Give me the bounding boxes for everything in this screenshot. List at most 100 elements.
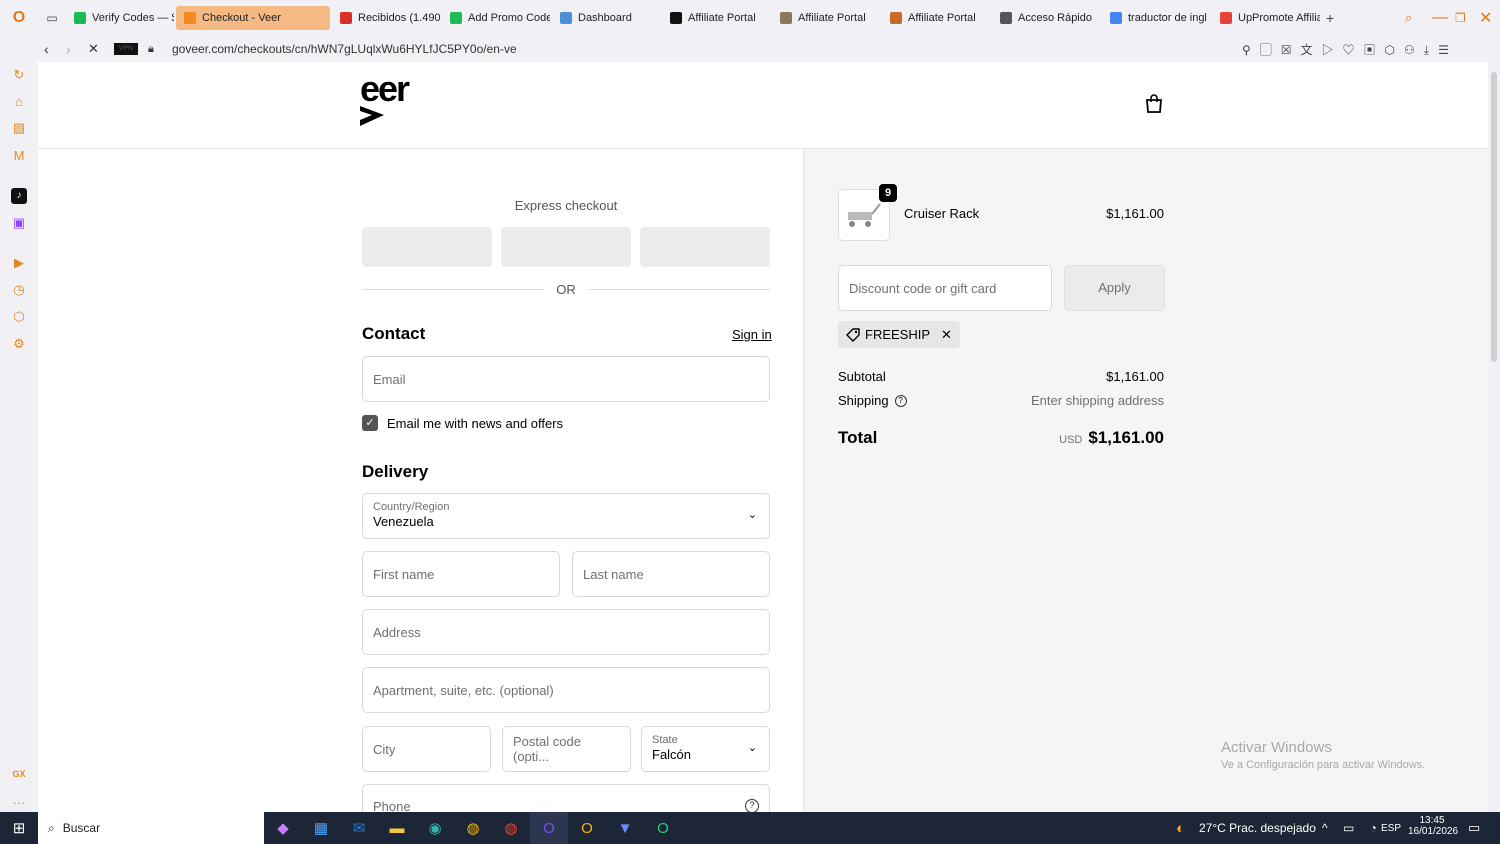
edge-icon[interactable]: ◉: [416, 812, 454, 844]
notifications-icon[interactable]: ▭: [1468, 820, 1480, 836]
discount-tag: FREESHIP ✕: [838, 321, 960, 348]
country-select[interactable]: Country/Region Venezuela ⌄: [362, 493, 770, 539]
apartment-field[interactable]: Apartment, suite, etc. (optional): [362, 667, 770, 713]
history-icon[interactable]: ◷: [11, 282, 27, 298]
first-name-field[interactable]: First name: [362, 551, 560, 597]
tab-label: traductor de ingl: [1128, 12, 1207, 24]
divider-right: [588, 289, 770, 290]
express-button-2[interactable]: [501, 227, 631, 267]
help-icon[interactable]: ?: [745, 799, 759, 812]
crypto-wallet-icon[interactable]: ⌂: [11, 94, 27, 110]
vpn-icon[interactable]: ▼: [606, 812, 644, 844]
opera-gx-icon[interactable]: O: [530, 812, 568, 844]
shipping-help-icon[interactable]: ?: [894, 394, 907, 407]
forward-icon[interactable]: ›: [66, 41, 71, 57]
browser-tab[interactable]: traductor de ingl: [1102, 6, 1210, 30]
clock[interactable]: 13:45 16/01/2026: [1408, 815, 1458, 837]
player-icon[interactable]: ▶: [11, 255, 27, 271]
chrome-icon[interactable]: ◍: [454, 812, 492, 844]
tab-label: Recibidos (1.490: [358, 12, 440, 24]
news-icon[interactable]: ▨: [11, 120, 27, 136]
taskbar-search-text: Buscar: [62, 821, 101, 835]
address-field[interactable]: Address: [362, 609, 770, 655]
sign-in-link[interactable]: Sign in: [732, 327, 772, 342]
or-divider-text: OR: [556, 282, 576, 297]
windows-start-icon[interactable]: ⊞: [0, 812, 38, 844]
browser-tab[interactable]: Verify Codes — $: [66, 6, 174, 30]
workspaces-icon[interactable]: ▭: [38, 11, 66, 25]
twitch-icon[interactable]: ▣: [11, 215, 27, 231]
back-icon[interactable]: ‹: [44, 41, 49, 57]
stop-loading-icon[interactable]: ✕: [88, 41, 99, 57]
file-explorer-icon[interactable]: ▬: [378, 812, 416, 844]
weather-icon[interactable]: ◐: [1176, 820, 1185, 837]
browser-tab[interactable]: Affiliate Portal: [662, 6, 770, 30]
scrollbar-thumb[interactable]: [1491, 72, 1497, 362]
vpn-badge[interactable]: VPN: [114, 43, 138, 55]
state-select[interactable]: State Falcón ⌄: [641, 726, 770, 772]
tiktok-icon[interactable]: ♪: [11, 188, 27, 204]
minimize-button[interactable]: —: [1432, 9, 1448, 27]
scrollbar[interactable]: [1488, 62, 1500, 812]
postal-code-field[interactable]: Postal code (opti...: [502, 726, 631, 772]
toolbar-icons[interactable]: ⚲▢☒⽂▷♡▣⬡⚇⤓☰: [1242, 41, 1458, 58]
browser-tab[interactable]: Checkout - Veer: [176, 6, 330, 30]
postal-placeholder: Postal code (opti...: [513, 734, 581, 764]
opera-green-icon[interactable]: O: [644, 812, 682, 844]
shipping-text: Shipping: [838, 393, 889, 408]
phone-field[interactable]: Phone ?: [362, 784, 770, 812]
tray-icons[interactable]: ^ ▭ ◔: [1322, 821, 1383, 835]
new-tab-button[interactable]: +: [1326, 10, 1334, 26]
gx-icon[interactable]: GX: [11, 766, 27, 782]
opera-logo-icon[interactable]: O: [0, 9, 38, 27]
more-icon[interactable]: …: [11, 792, 27, 808]
express-button-3[interactable]: [640, 227, 770, 267]
divider-left: [362, 289, 544, 290]
express-button-1[interactable]: [362, 227, 492, 267]
gmail-icon[interactable]: M: [11, 148, 27, 164]
maximize-button[interactable]: ❐: [1455, 11, 1466, 25]
browser-tab[interactable]: Affiliate Portal: [772, 6, 880, 30]
discount-code: FREESHIP: [865, 327, 931, 342]
store-logo[interactable]: eer: [360, 68, 430, 128]
product-name: Cruiser Rack: [904, 206, 980, 221]
email-field[interactable]: Email: [362, 356, 770, 402]
opera-icon[interactable]: O: [568, 812, 606, 844]
url-text[interactable]: goveer.com/checkouts/cn/hWN7gLUqlxWu6HYL…: [172, 42, 517, 56]
discount-input[interactable]: Discount code or gift card: [838, 265, 1052, 311]
browser-tab[interactable]: UpPromote Affilia: [1212, 6, 1320, 30]
settings-icon[interactable]: ⚙: [11, 336, 27, 352]
tab-label: Verify Codes — $: [92, 12, 174, 24]
city-field[interactable]: City: [362, 726, 491, 772]
tab-favicon-icon: [74, 12, 86, 24]
chrome-profile-icon[interactable]: ◍: [492, 812, 530, 844]
outlook-icon[interactable]: ✉: [340, 812, 378, 844]
lock-icon[interactable]: 🔒︎: [148, 43, 154, 56]
country-value: Venezuela: [373, 514, 434, 529]
browser-tab[interactable]: Acceso Rápido: [992, 6, 1100, 30]
tab-label: Affiliate Portal: [908, 12, 976, 24]
news-checkbox[interactable]: ✓: [362, 415, 378, 431]
remove-code-icon[interactable]: ✕: [941, 327, 952, 343]
browser-tab[interactable]: Recibidos (1.490: [332, 6, 440, 30]
extensions-icon[interactable]: ⬡: [11, 309, 27, 325]
browser-tab[interactable]: Affiliate Portal: [882, 6, 990, 30]
browser-tab[interactable]: Dashboard: [552, 6, 660, 30]
close-window-button[interactable]: ✕: [1479, 8, 1492, 28]
tab-favicon-icon: [780, 12, 792, 24]
store-icon[interactable]: ▦: [302, 812, 340, 844]
email-placeholder: Email: [373, 371, 406, 387]
weather-text[interactable]: 27°C Prac. despejado: [1199, 821, 1316, 835]
tab-favicon-icon: [450, 12, 462, 24]
windows-taskbar: ⊞ ⌕ Buscar ◆ ▦ ✉ ▬ ◉ ◍ ◍ O O ▼ O ◐ 27°C …: [0, 812, 1500, 844]
tab-label: Dashboard: [578, 12, 632, 24]
cart-icon[interactable]: [1144, 94, 1164, 114]
last-name-field[interactable]: Last name: [572, 551, 770, 597]
apply-button[interactable]: Apply: [1064, 265, 1165, 311]
browser-tab[interactable]: Add Promo Code: [442, 6, 550, 30]
search-tabs-icon[interactable]: ⌕: [1405, 10, 1412, 26]
language-indicator[interactable]: ESP: [1381, 823, 1401, 834]
taskbar-search[interactable]: ⌕ Buscar: [38, 812, 264, 844]
aria-icon[interactable]: ↻: [11, 67, 27, 83]
copilot-icon[interactable]: ◆: [264, 812, 302, 844]
